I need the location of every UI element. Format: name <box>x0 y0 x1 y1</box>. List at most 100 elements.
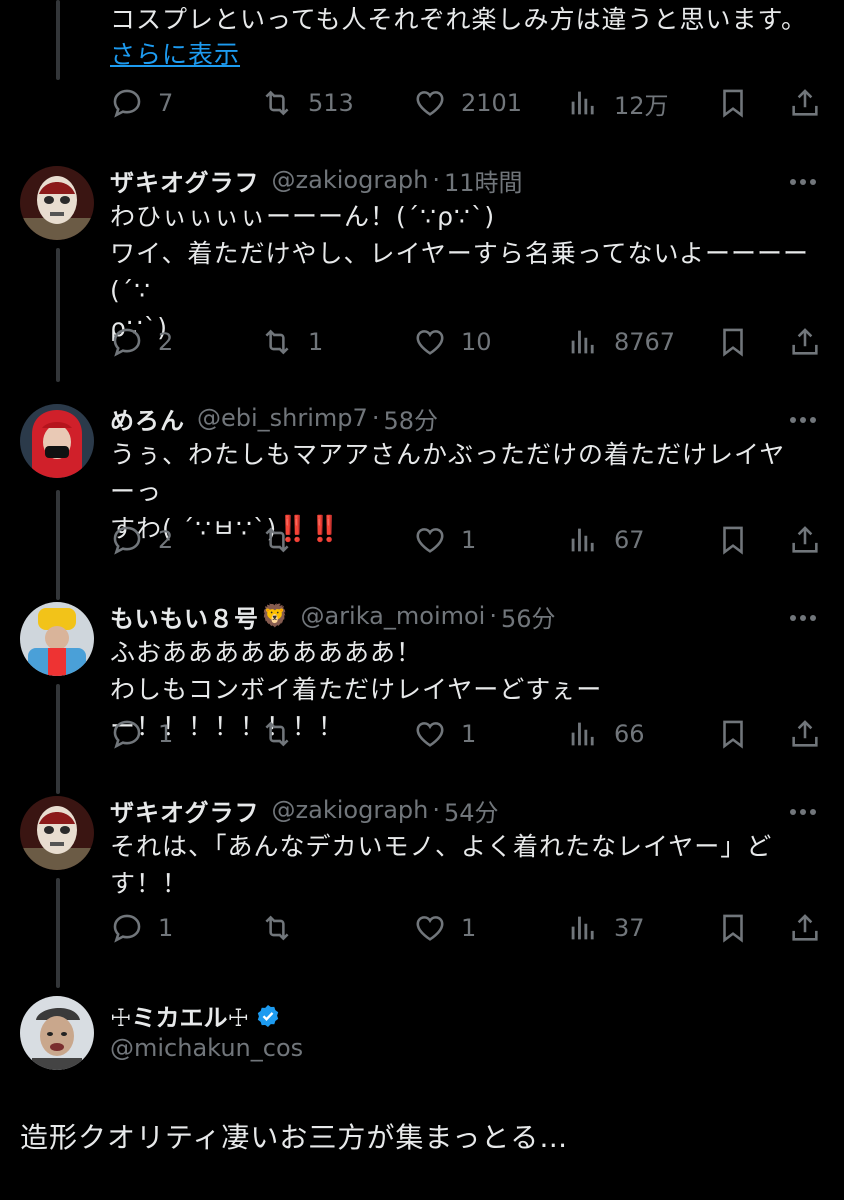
timestamp[interactable]: 58分 <box>383 401 438 436</box>
views-button[interactable]: 12万 <box>566 83 669 123</box>
handle[interactable]: @arika_moimoi <box>300 602 485 630</box>
bookmark-button[interactable] <box>716 908 750 948</box>
pompadour-avatar-image <box>20 996 94 1070</box>
repost-count: 1 <box>308 328 324 356</box>
display-name[interactable]: ザキオグラフ <box>110 163 260 198</box>
repost-icon <box>265 329 289 355</box>
lion-emoji: 🦁 <box>261 603 289 629</box>
avatar[interactable] <box>20 996 94 1070</box>
like-button[interactable]: 1 <box>413 908 476 948</box>
bookmark-icon <box>723 720 743 749</box>
reply-icon <box>113 526 141 555</box>
like-button[interactable]: 1 <box>413 714 476 754</box>
separator-dot: · <box>432 166 440 194</box>
post-actions: 1 1 66 <box>110 714 822 754</box>
post-header: もいもい８号 🦁 @arika_moimoi · 56分 <box>110 598 556 634</box>
share-icon <box>792 914 818 941</box>
post-line: わひぃぃぃぃーーーん！(´∵ρ∵`) <box>110 202 496 231</box>
share-button[interactable] <box>788 322 822 362</box>
separator-dot: · <box>489 602 497 630</box>
main-author-name[interactable]: ☩ミカエル☩ <box>110 998 281 1033</box>
views-button[interactable]: 37 <box>566 908 645 948</box>
bookmark-button[interactable] <box>716 83 750 123</box>
views-icon <box>571 722 594 746</box>
more-options-button[interactable] <box>790 408 822 424</box>
heart-icon <box>416 722 444 747</box>
post-text: それは、「あんなデカいモノ、よく着れたなレイヤー」ど す！！ <box>110 828 810 902</box>
reply-count: 7 <box>158 89 174 117</box>
views-button[interactable]: 8767 <box>566 322 675 362</box>
avatar[interactable] <box>20 404 94 478</box>
display-name[interactable]: ザキオグラフ <box>110 793 260 828</box>
display-name[interactable]: めろん <box>110 401 185 436</box>
repost-icon <box>265 721 289 747</box>
reply-button[interactable]: 1 <box>110 908 173 948</box>
more-options-button[interactable] <box>790 170 822 186</box>
thread-line <box>56 878 60 988</box>
repost-button[interactable]: 1 <box>260 322 323 362</box>
handle[interactable]: @zakiograph <box>272 796 429 824</box>
repost-button[interactable] <box>260 908 308 948</box>
main-handle[interactable]: @michakun_cos <box>110 1034 303 1062</box>
bookmark-icon <box>723 526 743 555</box>
reply-button[interactable]: 7 <box>110 83 173 123</box>
reply-icon <box>113 89 141 118</box>
like-button[interactable]: 10 <box>413 322 492 362</box>
view-count: 66 <box>614 720 645 748</box>
more-options-button[interactable] <box>790 606 822 622</box>
share-icon <box>792 89 818 116</box>
share-button[interactable] <box>788 83 822 123</box>
handle[interactable]: @ebi_shrimp7 <box>197 404 368 432</box>
reply-button[interactable]: 1 <box>110 714 173 754</box>
post-line: それは、「あんなデカいモノ、よく着れたなレイヤー」ど <box>110 832 773 861</box>
repost-icon <box>265 915 289 941</box>
show-more-link[interactable]: さらに表示 <box>110 40 240 69</box>
yellow-helmet-avatar-image <box>20 602 94 676</box>
thread-line <box>56 490 60 600</box>
display-name[interactable]: ☩ミカエル☩ <box>110 998 249 1033</box>
views-icon <box>571 916 594 940</box>
avatar[interactable] <box>20 796 94 870</box>
reply-button[interactable]: 2 <box>110 322 173 362</box>
share-icon <box>792 526 818 553</box>
mask-avatar-image <box>20 796 94 870</box>
repost-button[interactable] <box>260 714 308 754</box>
share-button[interactable] <box>788 908 822 948</box>
share-button[interactable] <box>788 520 822 560</box>
post-header: ザキオグラフ @zakiograph · 54分 <box>110 792 499 828</box>
like-count: 1 <box>461 526 477 554</box>
bookmark-button[interactable] <box>716 322 750 362</box>
more-options-button[interactable] <box>790 800 822 816</box>
timestamp[interactable]: 56分 <box>501 599 556 634</box>
timestamp[interactable]: 54分 <box>444 793 499 828</box>
views-icon <box>571 91 594 115</box>
post-header: ザキオグラフ @zakiograph · 11時間 <box>110 162 523 198</box>
bookmark-icon <box>723 914 743 943</box>
timestamp[interactable]: 11時間 <box>444 163 523 198</box>
repost-button[interactable]: 513 <box>260 83 354 123</box>
display-name[interactable]: もいもい８号 <box>110 599 259 634</box>
repost-button[interactable] <box>260 520 308 560</box>
bookmark-icon <box>723 89 743 118</box>
like-count: 2101 <box>461 89 523 117</box>
views-button[interactable]: 67 <box>566 520 645 560</box>
reply-icon <box>113 914 141 943</box>
like-button[interactable]: 1 <box>413 520 476 560</box>
share-icon <box>792 720 818 747</box>
separator-dot: · <box>432 796 440 824</box>
share-button[interactable] <box>788 714 822 754</box>
bookmark-button[interactable] <box>716 714 750 754</box>
bookmark-button[interactable] <box>716 520 750 560</box>
top-post-text: コスプレといっても人それぞれ楽しみ方は違うと思います。 さらに表示 <box>110 2 822 72</box>
share-icon <box>792 328 818 355</box>
post-line: ふおあああああああああ！ <box>110 638 423 667</box>
red-hair-avatar-image <box>20 404 94 478</box>
like-button[interactable]: 2101 <box>413 83 522 123</box>
views-button[interactable]: 66 <box>566 714 645 754</box>
post-line: す！！ <box>110 869 189 898</box>
reply-button[interactable]: 2 <box>110 520 173 560</box>
repost-icon <box>265 527 289 553</box>
handle[interactable]: @zakiograph <box>272 166 429 194</box>
avatar[interactable] <box>20 166 94 240</box>
avatar[interactable] <box>20 602 94 676</box>
